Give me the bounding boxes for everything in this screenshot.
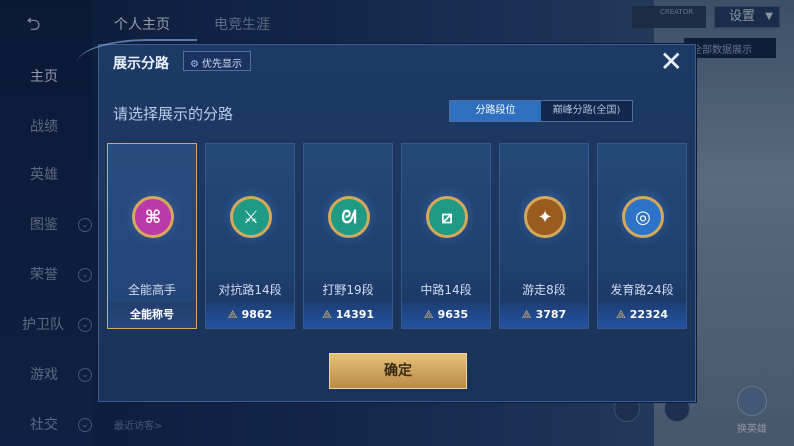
lane-card[interactable]: ⚔ 对抗路14段 ⟁ 9862 <box>205 143 295 329</box>
lane-rank-label: 对抗路14段 <box>218 283 282 297</box>
rank-pin-icon: ⟁ <box>227 308 238 321</box>
segment-control: 分路段位 巅峰分路(全国) <box>449 100 633 122</box>
lane-card[interactable]: ✦ 游走8段 ⟁ 3787 <box>499 143 589 329</box>
lane-rank-label: 打野19段 <box>322 283 374 297</box>
lane-card-list: ⌘ 全能高手 全能称号 ⚔ 对抗路14段 ⟁ 9862 ᘛ 打野19段 ⟁ 14391 ⧄ 中路14段 ⟁… <box>107 143 695 329</box>
lane-rank-label: 游走8段 <box>522 283 566 297</box>
lane-score: 3787 <box>535 308 567 321</box>
lane-card[interactable]: ⧄ 中路14段 ⟁ 9635 <box>401 143 491 329</box>
lane-rank-label: 发育路24段 <box>610 283 674 297</box>
lane-emblem-icon: ⚔ <box>230 196 272 238</box>
lane-emblem-icon: ✦ <box>524 196 566 238</box>
segment-peak-lane[interactable]: 巅峰分路(全国) <box>541 101 632 121</box>
priority-label: 优先显示 <box>201 59 242 70</box>
lane-card[interactable]: ᘛ 打野19段 ⟁ 14391 <box>303 143 393 329</box>
segment-lane-rank[interactable]: 分路段位 <box>450 101 541 121</box>
dialog-title: 展示分路 <box>113 56 169 72</box>
lane-card-footer: 全能称号 <box>108 302 196 328</box>
lane-score: 14391 <box>335 308 375 321</box>
lane-rank-label: 全能高手 <box>127 283 176 297</box>
lane-display-dialog: 展示分路 ⚙ 优先显示 ✕ 请选择展示的分路 分路段位 巅峰分路(全国) ⌘ 全能高… <box>77 39 696 402</box>
title-label: 全能称号 <box>130 308 174 321</box>
rank-pin-icon: ⟁ <box>423 308 434 321</box>
lane-emblem-icon: ◎ <box>622 196 664 238</box>
lane-card[interactable]: ⌘ 全能高手全能称号 <box>107 143 197 329</box>
confirm-button[interactable]: 确定 <box>329 353 467 389</box>
lane-card-footer: ⟁ 9635 <box>402 302 490 328</box>
rank-pin-icon: ⟁ <box>521 308 532 321</box>
lane-card-footer: ⟁ 14391 <box>304 302 392 328</box>
priority-display-button[interactable]: ⚙ 优先显示 <box>183 51 251 71</box>
lane-score: 9862 <box>241 308 273 321</box>
lane-score: 22324 <box>629 308 669 321</box>
lane-rank-label: 中路14段 <box>420 283 472 297</box>
lane-card[interactable]: ◎ 发育路24段 ⟁ 22324 <box>597 143 687 329</box>
lane-card-footer: ⟁ 22324 <box>598 302 686 328</box>
rank-pin-icon: ⟁ <box>615 308 626 321</box>
rank-pin-icon: ⟁ <box>321 308 332 321</box>
lane-emblem-icon: ᘛ <box>328 196 370 238</box>
lane-score: 9635 <box>437 308 469 321</box>
close-button[interactable]: ✕ <box>660 47 683 77</box>
lane-emblem-icon: ⌘ <box>132 196 174 238</box>
lane-emblem-icon: ⧄ <box>426 196 468 238</box>
lane-card-footer: ⟁ 9862 <box>206 302 294 328</box>
lane-card-footer: ⟁ 3787 <box>500 302 588 328</box>
gear-icon: ⚙ <box>190 59 199 70</box>
dialog-subtitle: 请选择展示的分路 <box>113 105 234 123</box>
